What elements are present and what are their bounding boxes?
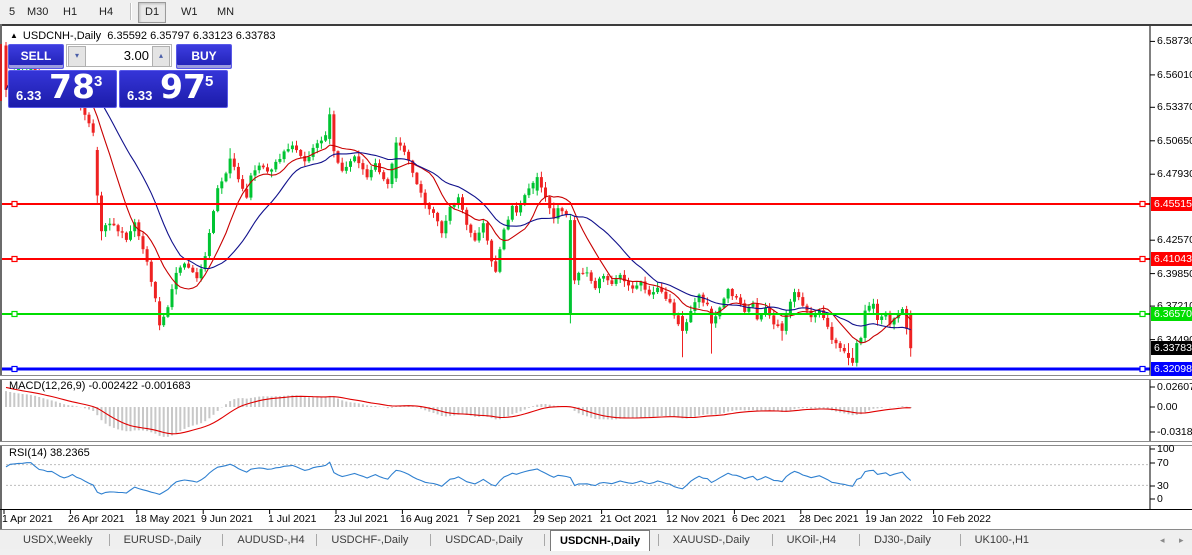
volume-increase-button[interactable]: ▴ xyxy=(152,46,170,67)
tab-separator xyxy=(544,534,545,546)
time-axis-label: 16 Aug 2021 xyxy=(400,513,459,525)
rsi-title: RSI(14) 38.2365 xyxy=(9,447,90,459)
price-axis-label: 6.47930 xyxy=(1157,168,1192,180)
rsi-axis-label: 30 xyxy=(1157,480,1169,492)
price-line-tag: 6.32098 xyxy=(1151,362,1192,376)
current-price-tag: 6.33783 xyxy=(1151,341,1192,355)
time-axis-label: 26 Apr 2021 xyxy=(68,513,125,525)
price-line-tag: 6.45515 xyxy=(1151,197,1192,211)
buy-button[interactable]: BUY xyxy=(176,44,232,69)
price-axis-label: 6.42570 xyxy=(1157,234,1192,246)
buy-price-prefix: 6.33 xyxy=(127,88,152,103)
buy-price-superscript: 5 xyxy=(205,73,213,90)
sell-button[interactable]: SELL xyxy=(8,44,64,69)
tab-scroll-right-icon[interactable]: ▸ xyxy=(1179,535,1184,546)
tab-separator xyxy=(960,534,961,546)
buy-price-big-digits: 97 xyxy=(160,67,206,106)
chart-ohlc-values: 6.35592 6.35797 6.33123 6.33783 xyxy=(107,30,275,42)
time-axis-label: 21 Oct 2021 xyxy=(600,513,657,525)
price-axis-label: 6.53370 xyxy=(1157,101,1192,113)
time-axis-label: 23 Jul 2021 xyxy=(334,513,388,525)
time-axis-label: 1 Jul 2021 xyxy=(268,513,316,525)
symbol-tab-audusd[interactable]: AUDUSD-,H4 xyxy=(228,532,313,549)
tab-separator xyxy=(772,534,773,546)
tab-separator xyxy=(859,534,860,546)
sell-price-superscript: 3 xyxy=(94,73,102,90)
tab-separator xyxy=(430,534,431,546)
chart-title: ▲ USDCNH-,Daily 6.35592 6.35797 6.33123 6… xyxy=(10,30,276,42)
sell-price-big-digits: 78 xyxy=(49,67,95,106)
symbol-tab-usdcnh[interactable]: USDCNH-,Daily xyxy=(550,530,650,551)
symbol-tab-ukoil[interactable]: UKOil-,H4 xyxy=(778,532,846,549)
trading-platform-window: 5M30H1H4D1W1MN ▲USDCNH-,Daily 6.35592 6.… xyxy=(0,0,1192,555)
time-axis-label: 6 Dec 2021 xyxy=(732,513,786,525)
macd-values: -0.002422 -0.001683 xyxy=(88,380,190,392)
tab-separator xyxy=(222,534,223,546)
volume-decrease-button[interactable]: ▾ xyxy=(68,46,86,67)
sell-price-box[interactable]: 6.33 78 3 xyxy=(8,70,117,108)
symbol-tab-xauusd[interactable]: XAUUSD-,Daily xyxy=(664,532,759,549)
time-axis-label: 29 Sep 2021 xyxy=(533,513,593,525)
time-axis-label: 1 Apr 2021 xyxy=(2,513,53,525)
time-axis-label: 9 Jun 2021 xyxy=(201,513,253,525)
price-axis-label: 6.58730 xyxy=(1157,35,1192,47)
rsi-axis-label: 0 xyxy=(1157,493,1163,505)
symbol-tab-usdx[interactable]: USDX,Weekly xyxy=(14,532,101,549)
price-axis-label: 6.56010 xyxy=(1157,69,1192,81)
tab-separator xyxy=(316,534,317,546)
price-axis-label: 6.50650 xyxy=(1157,135,1192,147)
symbol-tab-eurusd[interactable]: EURUSD-,Daily xyxy=(115,532,211,549)
symbol-tab-dj30[interactable]: DJ30-,Daily xyxy=(865,532,940,549)
price-line-tag: 6.36570 xyxy=(1151,307,1192,321)
price-line-tag: 6.41043 xyxy=(1151,252,1192,266)
macd-axis-label: 0.00 xyxy=(1157,401,1177,413)
macd-rsi-splitter[interactable] xyxy=(0,441,1192,446)
time-axis-label: 12 Nov 2021 xyxy=(666,513,726,525)
time-axis-label: 7 Sep 2021 xyxy=(467,513,521,525)
collapse-quote-panel-icon[interactable]: ▲ xyxy=(10,31,18,40)
macd-axis-label: -0.03187 xyxy=(1157,426,1192,438)
volume-spinner: ▾ 3.00 ▴ xyxy=(66,44,172,67)
macd-title: MACD(12,26,9) -0.002422 -0.001683 xyxy=(9,380,191,392)
chart-symbol-label: USDCNH-,Daily xyxy=(23,30,101,42)
time-axis-label: 10 Feb 2022 xyxy=(932,513,991,525)
price-axis-label: 6.39850 xyxy=(1157,268,1192,280)
symbol-tab-bar: USDX,Weekly EURUSD-,Daily AUDUSD-,H4 USDCHF… xyxy=(0,529,1192,550)
tab-separator xyxy=(658,534,659,546)
time-axis-label: 19 Jan 2022 xyxy=(865,513,923,525)
time-axis-border xyxy=(0,509,1192,510)
sell-price-prefix: 6.33 xyxy=(16,88,41,103)
rsi-value: 38.2365 xyxy=(50,447,90,459)
volume-value[interactable]: 3.00 xyxy=(124,48,149,63)
buy-price-box[interactable]: 6.33 97 5 xyxy=(119,70,228,108)
macd-axis-label: 0.02607 xyxy=(1157,381,1192,393)
time-axis-label: 18 May 2021 xyxy=(135,513,196,525)
tab-scroll-left-icon[interactable]: ◂ xyxy=(1160,535,1165,546)
one-click-trade-panel: SELL ▾ 3.00 ▴ BUY 6.33 78 3 6.33 97 5 xyxy=(8,44,230,106)
rsi-axis-label: 100 xyxy=(1157,443,1175,455)
symbol-tab-usdcad[interactable]: USDCAD-,Daily xyxy=(436,532,532,549)
tab-separator xyxy=(109,534,110,546)
rsi-axis-label: 70 xyxy=(1157,457,1169,469)
symbol-tab-usdchf[interactable]: USDCHF-,Daily xyxy=(322,532,417,549)
symbol-tab-uk100[interactable]: UK100-,H1 xyxy=(966,532,1038,549)
time-axis-label: 28 Dec 2021 xyxy=(799,513,859,525)
